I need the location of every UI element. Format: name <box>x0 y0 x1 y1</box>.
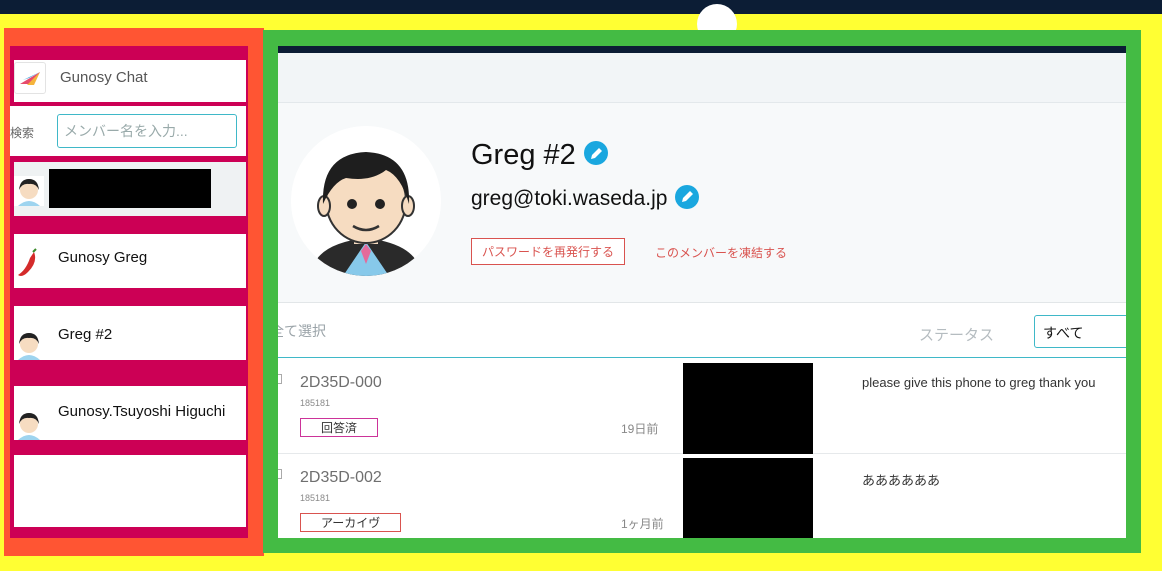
person-avatar-icon <box>14 410 44 440</box>
profile-email-row: greg@toki.waseda.jp <box>471 185 700 211</box>
member-profile: Greg #2 greg@toki.waseda.jp パスワードを再発行する … <box>278 103 1126 303</box>
status-badge: 回答済 <box>300 418 379 437</box>
message-text: ああああああ <box>862 473 941 488</box>
freeze-member-link[interactable]: このメンバーを凍結する <box>655 244 787 261</box>
paper-plane-icon <box>14 62 46 94</box>
message-number: 185181 <box>300 493 331 503</box>
reset-password-button[interactable]: パスワードを再発行する <box>471 238 625 265</box>
member-search: 検索 <box>10 106 246 156</box>
row-checkbox[interactable] <box>278 374 282 384</box>
status-filter-select[interactable]: すべて <box>1034 315 1126 348</box>
content-top-bar <box>278 46 1126 53</box>
profile-name-row: Greg #2 <box>471 139 608 172</box>
person-avatar-icon <box>14 176 44 206</box>
member-list-item[interactable]: Gunosy Greg <box>14 234 246 288</box>
member-list-empty-area <box>14 455 246 527</box>
message-row[interactable]: 2D35D-000 185181 回答済 19日前 please give th… <box>278 359 1126 454</box>
member-name: Greg #2 <box>58 326 113 343</box>
message-number: 185181 <box>300 398 331 408</box>
message-row[interactable]: 2D35D-002 185181 アーカイヴ 1ヶ月前 ああああああ <box>278 454 1126 538</box>
message-id: 2D35D-000 <box>300 374 382 391</box>
message-filter-bar: 全て選択 ステータス すべて ▼ <box>278 303 1126 358</box>
select-all-checkbox[interactable]: 全て選択 <box>278 321 326 341</box>
member-list-item[interactable]: Greg #2 <box>14 306 246 360</box>
app-title: Gunosy Chat <box>60 69 148 86</box>
redacted-name <box>49 169 211 208</box>
content-subheader <box>278 53 1126 103</box>
row-checkbox[interactable] <box>278 469 282 479</box>
main-content: Greg #2 greg@toki.waseda.jp パスワードを再発行する … <box>278 46 1126 538</box>
pencil-icon[interactable] <box>583 141 608 166</box>
status-filter-label: ステータス <box>919 327 995 344</box>
message-time: 1ヶ月前 <box>621 517 664 531</box>
profile-email: greg@toki.waseda.jp <box>471 187 668 210</box>
message-id: 2D35D-002 <box>300 469 382 486</box>
member-list-item[interactable] <box>14 162 246 216</box>
member-list-item[interactable]: Gunosy.Tsuyoshi Higuchi <box>14 386 246 440</box>
person-avatar-icon <box>14 330 44 360</box>
profile-name: Greg #2 <box>471 139 576 171</box>
message-time: 19日前 <box>621 422 659 436</box>
member-search-input[interactable] <box>57 114 237 148</box>
redacted-content <box>683 458 813 538</box>
member-name: Gunosy.Tsuyoshi Higuchi <box>58 403 226 420</box>
status-badge: アーカイヴ <box>300 513 402 532</box>
person-avatar-icon <box>291 126 441 276</box>
top-navbar <box>0 0 1162 14</box>
app-header: Gunosy Chat <box>14 60 246 102</box>
member-name: Gunosy Greg <box>58 249 148 266</box>
chili-pepper-icon <box>18 248 37 276</box>
message-text: please give this phone to greg thank you <box>862 375 1096 390</box>
search-label: 検索 <box>10 126 35 140</box>
pencil-icon[interactable] <box>675 185 700 210</box>
redacted-content <box>683 363 813 454</box>
